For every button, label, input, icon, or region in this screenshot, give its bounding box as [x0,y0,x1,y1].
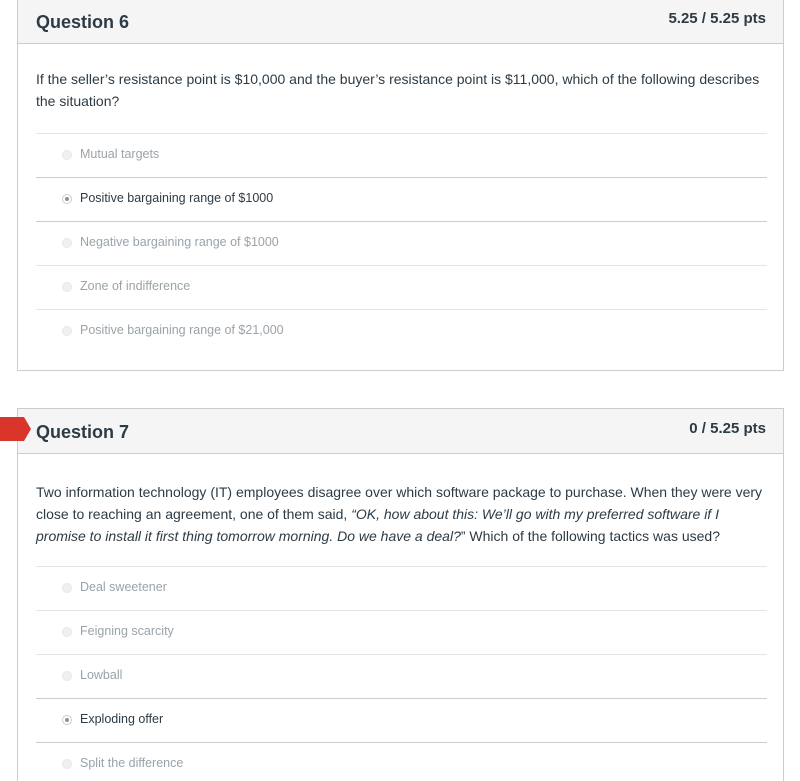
answer-option[interactable]: Deal sweetener [36,566,767,610]
answer-option[interactable]: Feigning scarcity [36,610,767,654]
answer-list: Deal sweetener Feigning scarcity Lowball… [36,566,767,781]
question-title: Question 6 [36,12,130,32]
answer-option[interactable]: Split the difference [36,742,767,781]
answer-list: Mutual targets Positive bargaining range… [36,133,767,353]
radio-checked-icon[interactable] [62,194,72,204]
answer-label: Lowball [80,668,123,682]
answer-label: Split the difference [80,756,184,770]
answer-label: Feigning scarcity [80,624,174,638]
answer-option-selected[interactable]: Exploding offer [36,698,767,742]
question-text: Two information technology (IT) employee… [36,481,767,547]
question-text-ending: ” Which of the following tactics was use… [460,528,720,544]
incorrect-flag-icon [0,417,31,441]
radio-unchecked-icon[interactable] [62,326,72,336]
question-header: Question 7 0 / 5.25 pts [18,409,783,454]
radio-unchecked-icon[interactable] [62,671,72,681]
answer-option[interactable]: Mutual targets [36,133,767,177]
question-7-card: Question 7 0 / 5.25 pts Two information … [17,408,784,781]
quiz-results-page: Question 6 5.25 / 5.25 pts If the seller… [0,0,800,781]
question-points: 0 / 5.25 pts [689,420,766,437]
radio-unchecked-icon[interactable] [62,150,72,160]
answer-label: Exploding offer [80,712,164,726]
answer-label: Positive bargaining range of $1000 [80,191,274,205]
answer-label: Zone of indifference [80,279,191,293]
radio-unchecked-icon[interactable] [62,238,72,248]
answer-option-selected[interactable]: Positive bargaining range of $1000 [36,177,767,221]
radio-unchecked-icon[interactable] [62,627,72,637]
radio-checked-icon[interactable] [62,715,72,725]
radio-unchecked-icon[interactable] [62,282,72,292]
answer-label: Negative bargaining range of $1000 [80,235,279,249]
radio-unchecked-icon[interactable] [62,583,72,593]
question-6-card: Question 6 5.25 / 5.25 pts If the seller… [17,0,784,371]
answer-option[interactable]: Positive bargaining range of $21,000 [36,309,767,353]
question-title: Question 7 [36,422,130,442]
answer-option[interactable]: Zone of indifference [36,265,767,309]
question-text: If the seller’s resistance point is $10,… [36,71,760,109]
radio-unchecked-icon[interactable] [62,759,72,769]
answer-option[interactable]: Negative bargaining range of $1000 [36,221,767,265]
answer-label: Deal sweetener [80,580,167,594]
question-points: 5.25 / 5.25 pts [668,10,766,27]
question-header: Question 6 5.25 / 5.25 pts [18,0,783,44]
answer-label: Positive bargaining range of $21,000 [80,323,284,337]
answer-option[interactable]: Lowball [36,654,767,698]
answer-label: Mutual targets [80,147,160,161]
